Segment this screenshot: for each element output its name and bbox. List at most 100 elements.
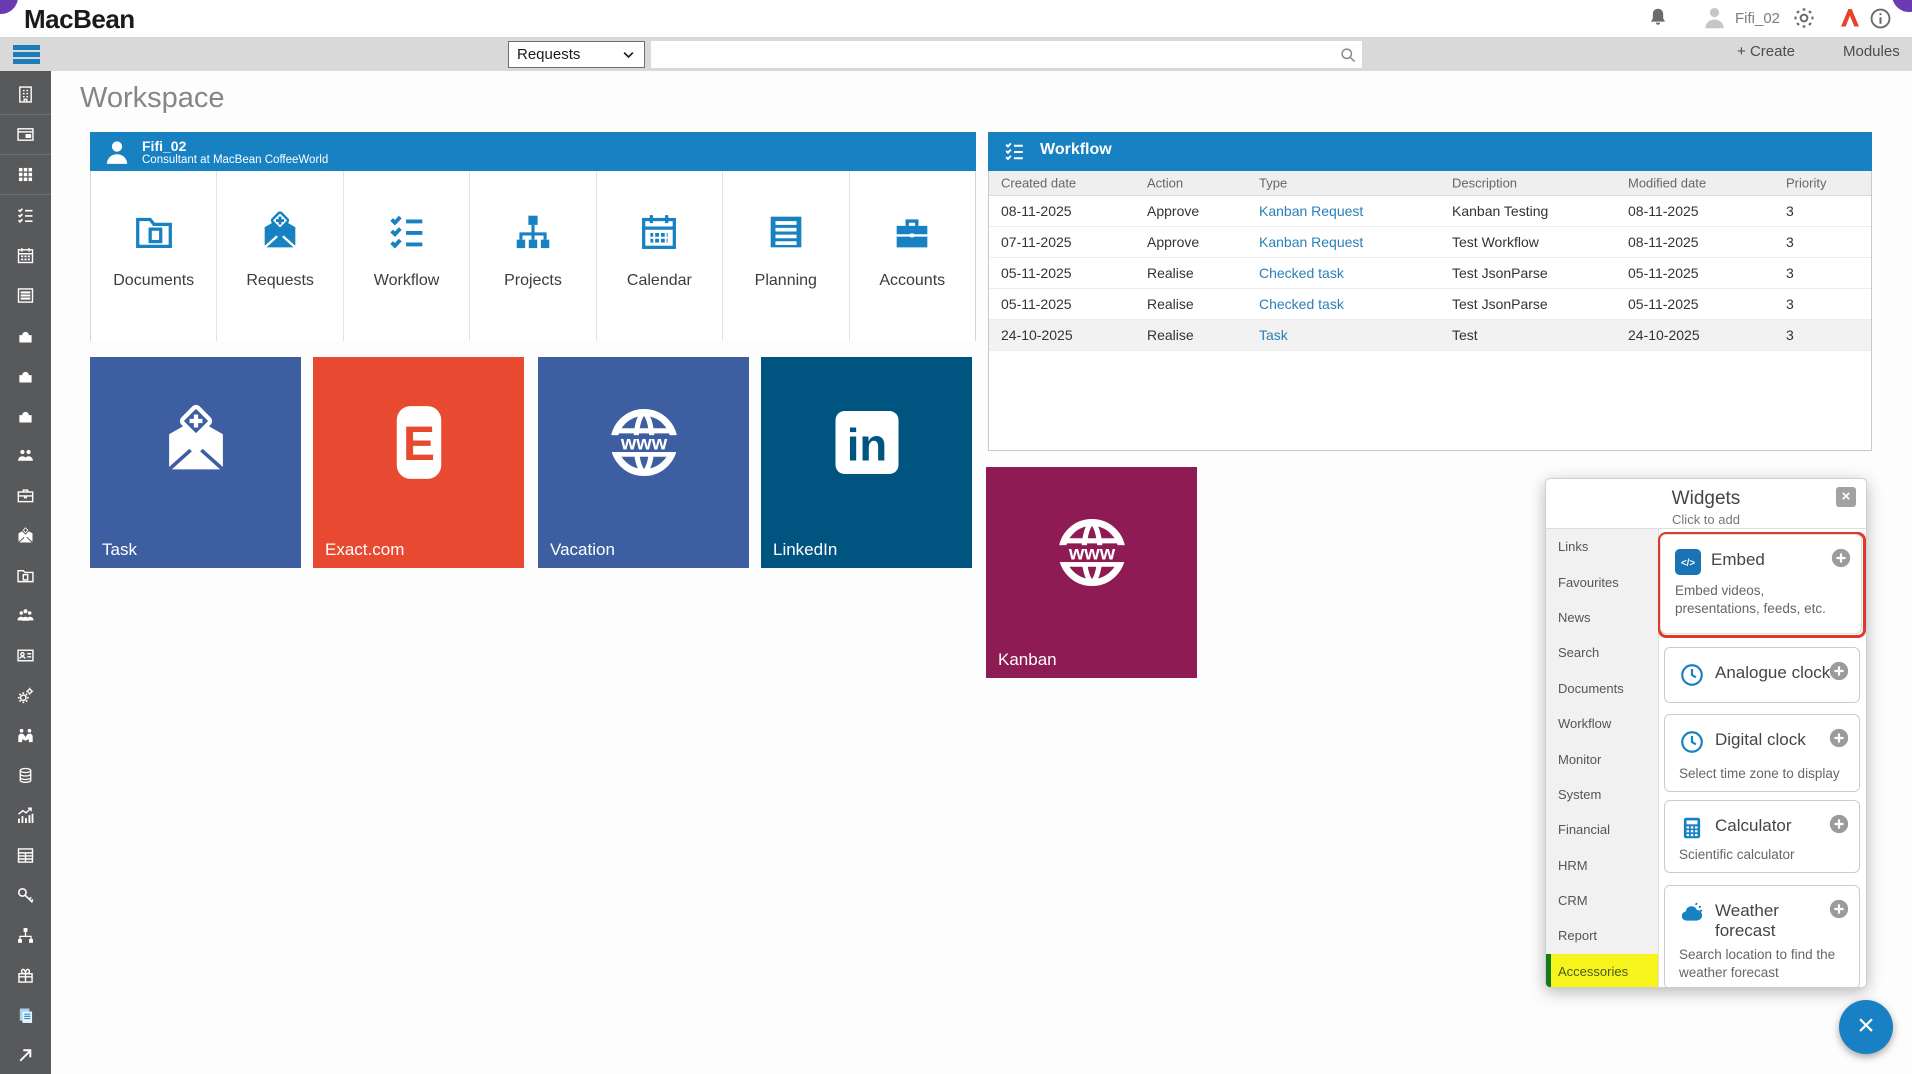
category-search[interactable]: Search (1546, 635, 1658, 670)
sidebar-item-external-link-icon[interactable] (0, 1035, 51, 1074)
sidebar-item-forms-table-icon[interactable] (0, 835, 51, 875)
sidebar-item-connector-puzzle-icon[interactable] (0, 355, 51, 395)
afas-logo[interactable] (1838, 6, 1862, 30)
widget-card-weather-forecast[interactable]: Weather forecast Search location to find… (1664, 885, 1860, 987)
settings-gear-icon[interactable] (1792, 6, 1816, 30)
sidebar-item-apps-grid-icon[interactable] (0, 155, 51, 195)
category-accessories-selected[interactable]: Accessories (1546, 953, 1658, 987)
shortcut-projects[interactable]: Projects (470, 171, 597, 341)
search-scope-select[interactable]: Requests (508, 41, 645, 68)
search-input[interactable] (651, 41, 1362, 68)
category-links[interactable]: Links (1546, 529, 1658, 564)
sidebar-item-company-icon[interactable] (0, 75, 51, 115)
widget-card-digital-clock[interactable]: Digital clock Select time zone to displa… (1664, 714, 1860, 792)
sidebar-item-organisation-briefcase-icon[interactable] (0, 475, 51, 515)
widget-card-calculator[interactable]: Calculator Scientific calculator (1664, 800, 1860, 873)
sidebar-item-planning-list-icon[interactable] (0, 275, 51, 315)
workflow-table-row[interactable]: 07-11-2025 Approve Kanban Request Test W… (989, 227, 1871, 258)
create-button[interactable]: + Create (1737, 43, 1795, 60)
sidebar-item-connector-puzzle-icon[interactable] (0, 315, 51, 355)
category-news[interactable]: News (1546, 600, 1658, 635)
user-avatar-icon[interactable] (1701, 4, 1725, 29)
category-crm[interactable]: CRM (1546, 883, 1658, 918)
sidebar-item-cooperation-people-icon[interactable] (0, 435, 51, 475)
sidebar-item-dossier-folder-icon[interactable] (0, 555, 51, 595)
shortcut-label: Workflow (373, 272, 440, 289)
sidebar-item-promotions-gift-icon[interactable] (0, 955, 51, 995)
add-widget-plus-icon[interactable] (1828, 898, 1850, 920)
column-header[interactable]: Priority (1786, 176, 1826, 191)
shortcut-planning[interactable]: Planning (723, 171, 850, 341)
cell-type-link[interactable]: Checked task (1259, 265, 1344, 281)
sidebar-item-task-envelope-icon[interactable] (0, 515, 51, 555)
tile-exact[interactable]: E Exact.com (313, 357, 524, 568)
svg-text:www: www (1067, 542, 1115, 564)
close-icon[interactable]: × (1836, 487, 1856, 507)
close-fab-button[interactable]: × (1839, 1000, 1893, 1054)
tile-linkedin[interactable]: in LinkedIn (761, 357, 972, 568)
shortcut-accounts[interactable]: Accounts (849, 171, 975, 341)
menu-hamburger-icon[interactable] (13, 45, 40, 64)
column-header[interactable]: Action (1147, 176, 1183, 191)
shortcut-documents[interactable]: Documents (91, 171, 218, 341)
brand-logo[interactable]: MacBean (24, 4, 135, 35)
workflow-table-row[interactable]: 05-11-2025 Realise Checked task Test Jso… (989, 258, 1871, 289)
sidebar-item-insite-browser-icon[interactable] (0, 115, 51, 155)
sidebar-item-news-documents-icon[interactable] (0, 995, 51, 1035)
shortcut-workflow[interactable]: Workflow (343, 171, 471, 341)
sidebar-item-authorisation-key-icon[interactable] (0, 875, 51, 915)
sidebar-item-statistics-chart-icon[interactable] (0, 795, 51, 835)
sidebar-item-calendar-icon[interactable] (0, 235, 51, 275)
search-icon[interactable] (1338, 45, 1358, 65)
sidebar-item-contact-card-icon[interactable] (0, 635, 51, 675)
profile-panel-header[interactable]: Fifi_02 Consultant at MacBean CoffeeWorl… (90, 132, 976, 171)
sidebar-item-structure-orgchart-icon[interactable] (0, 915, 51, 955)
category-system[interactable]: System (1546, 777, 1658, 812)
shortcut-calendar[interactable]: Calendar (596, 171, 724, 341)
add-widget-plus-icon[interactable] (1828, 660, 1850, 682)
category-workflow[interactable]: Workflow (1546, 706, 1658, 741)
category-documents[interactable]: Documents (1546, 671, 1658, 706)
category-report[interactable]: Report (1546, 918, 1658, 953)
cell-priority: 3 (1786, 203, 1794, 219)
create-label: Create (1749, 43, 1795, 60)
tile-task[interactable]: Task (90, 357, 301, 568)
cell-type-link[interactable]: Kanban Request (1259, 234, 1363, 250)
cell-type-link[interactable]: Kanban Request (1259, 203, 1363, 219)
category-financial[interactable]: Financial (1546, 812, 1658, 847)
sidebar-item-workflow-icon[interactable] (0, 195, 51, 235)
workflow-table-row[interactable]: 24-10-2025 Realise Task Test 24-10-2025 … (989, 320, 1871, 351)
column-header[interactable]: Created date (1001, 176, 1076, 191)
cell-type-link[interactable]: Task (1259, 327, 1288, 343)
column-header[interactable]: Description (1452, 176, 1517, 191)
tile-kanban[interactable]: www Kanban (986, 467, 1197, 678)
add-widget-plus-icon[interactable] (1830, 547, 1852, 569)
sidebar-item-settings-gears-icon[interactable] (0, 675, 51, 715)
workflow-table-row[interactable]: 08-11-2025 Approve Kanban Request Kanban… (989, 196, 1871, 227)
add-widget-plus-icon[interactable] (1828, 813, 1850, 835)
tile-vacation[interactable]: www Vacation (538, 357, 749, 568)
widget-name: Digital clock (1715, 730, 1806, 749)
sidebar-item-connector-puzzle-icon[interactable] (0, 395, 51, 435)
cell-type-link[interactable]: Checked task (1259, 296, 1344, 312)
category-monitor[interactable]: Monitor (1546, 741, 1658, 776)
column-header[interactable]: Modified date (1628, 176, 1706, 191)
widget-card-analogue-clock[interactable]: Analogue clock (1664, 647, 1860, 703)
add-widget-plus-icon[interactable] (1828, 727, 1850, 749)
info-icon[interactable] (1868, 6, 1892, 30)
sidebar-item-partners-handshake-icon[interactable] (0, 715, 51, 755)
notifications-bell-icon[interactable] (1646, 6, 1670, 30)
workflow-panel-header[interactable]: Workflow (988, 132, 1872, 171)
user-name[interactable]: Fifi_02 (1735, 10, 1780, 27)
column-header[interactable]: Type (1259, 176, 1287, 191)
modules-button[interactable]: Modules (1843, 43, 1900, 60)
workflow-table-row[interactable]: 05-11-2025 Realise Checked task Test Jso… (989, 289, 1871, 320)
widget-card-embed[interactable]: </> Embed Embed videos, presentations, f… (1660, 534, 1862, 634)
sidebar-item-employees-group-icon[interactable] (0, 595, 51, 635)
category-favourites[interactable]: Favourites (1546, 564, 1658, 599)
category-hrm[interactable]: HRM (1546, 848, 1658, 883)
sidebar-item-financial-coins-icon[interactable] (0, 755, 51, 795)
embed-highlight-outline: </> Embed Embed videos, presentations, f… (1658, 532, 1866, 638)
page-title: Workspace (80, 82, 225, 114)
shortcut-requests[interactable]: Requests (217, 171, 344, 341)
